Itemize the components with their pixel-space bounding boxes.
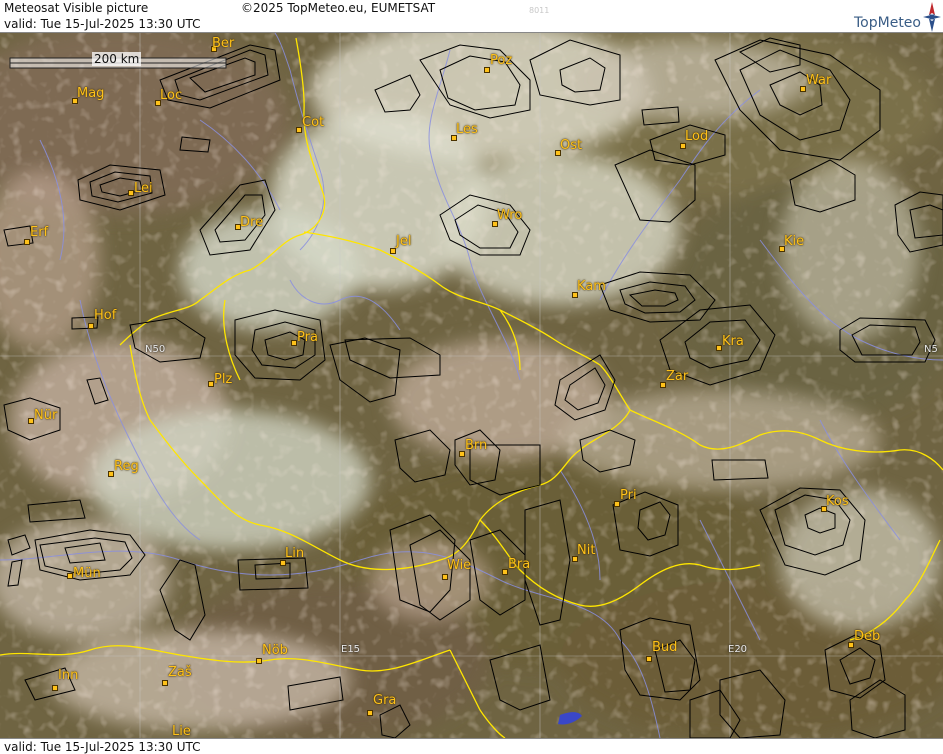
city-marker <box>646 656 652 662</box>
map-canvas[interactable] <box>0 33 943 738</box>
copyright-notice: ©2025 TopMeteo.eu, EUMETSAT <box>241 1 436 15</box>
city-marker <box>367 710 373 716</box>
city-label[interactable]: Nür <box>34 409 57 423</box>
footer-bar: valid: Tue 15-Jul-2025 13:30 UTC <box>0 738 943 754</box>
city-label[interactable]: Deb <box>854 630 880 644</box>
city-marker <box>88 323 94 329</box>
city-label[interactable]: Kra <box>722 335 744 349</box>
city-marker <box>52 685 58 691</box>
city-label[interactable]: Bud <box>652 641 677 655</box>
city-marker <box>442 574 448 580</box>
city-label[interactable]: Poz <box>490 54 512 68</box>
city-label[interactable]: Nöb <box>262 644 288 658</box>
city-label[interactable]: Zaš <box>168 666 192 680</box>
meteosat-visible-map: Meteosat Visible picture valid: Tue 15-J… <box>0 0 943 754</box>
city-label[interactable]: Zar <box>666 370 688 384</box>
city-label[interactable]: Les <box>456 123 478 137</box>
city-label[interactable]: Hof <box>94 309 116 323</box>
city-label[interactable]: Nit <box>577 544 595 558</box>
brand-logo-text: TopMeteo <box>854 15 921 31</box>
valid-time: valid: Tue 15-Jul-2025 13:30 UTC <box>4 17 201 31</box>
scale-label: 200 km <box>92 52 142 66</box>
city-label[interactable]: Mag <box>77 87 104 101</box>
city-label[interactable]: Pra <box>297 331 318 345</box>
cumulus-texture <box>0 33 943 738</box>
city-label[interactable]: Kie <box>784 235 804 249</box>
city-label[interactable]: Ost <box>560 139 582 153</box>
longitude-label-e20: E20 <box>728 644 748 655</box>
city-label[interactable]: Inn <box>58 669 78 683</box>
city-label[interactable]: Wie <box>447 559 471 573</box>
compass-logo-icon <box>923 2 941 32</box>
city-label[interactable]: Wro <box>497 209 522 223</box>
latitude-label-n50-right: N5 <box>924 344 938 355</box>
header-bar: Meteosat Visible picture valid: Tue 15-J… <box>0 0 943 33</box>
city-label[interactable]: Gra <box>373 694 396 708</box>
city-marker <box>256 658 262 664</box>
city-label[interactable]: Cot <box>302 116 324 130</box>
city-label[interactable]: Ber <box>212 37 234 51</box>
latitude-label-n50: N50 <box>145 344 166 355</box>
longitude-label-e15: E15 <box>341 644 361 655</box>
city-label[interactable]: Pri <box>620 489 637 503</box>
valid-time-footer: valid: Tue 15-Jul-2025 13:30 UTC <box>4 740 201 754</box>
city-label[interactable]: Brn <box>465 439 487 453</box>
image-code: 8011 <box>529 6 550 15</box>
city-label[interactable]: Jel <box>396 235 411 249</box>
map-title: Meteosat Visible picture <box>4 1 149 15</box>
city-label[interactable]: Dre <box>240 216 263 230</box>
city-label[interactable]: War <box>806 74 831 88</box>
city-label[interactable]: Mün <box>73 567 101 581</box>
city-label[interactable]: Kam <box>577 280 606 294</box>
city-label[interactable]: Reg <box>114 460 139 474</box>
city-marker <box>162 680 168 686</box>
city-label[interactable]: Bra <box>508 558 530 572</box>
city-label[interactable]: Kos <box>826 495 849 509</box>
city-label[interactable]: Plz <box>214 373 232 387</box>
city-label[interactable]: Lie <box>172 725 191 739</box>
city-label[interactable]: Lod <box>685 130 708 144</box>
city-label[interactable]: Lin <box>285 547 304 561</box>
city-label[interactable]: Loc <box>160 89 182 103</box>
satellite-image[interactable]: 200 km N50 N5 E15 E20 Ber Mag Loc Cot Po… <box>0 33 943 738</box>
city-label[interactable]: Erf <box>30 226 48 240</box>
city-label[interactable]: Lei <box>134 182 153 196</box>
